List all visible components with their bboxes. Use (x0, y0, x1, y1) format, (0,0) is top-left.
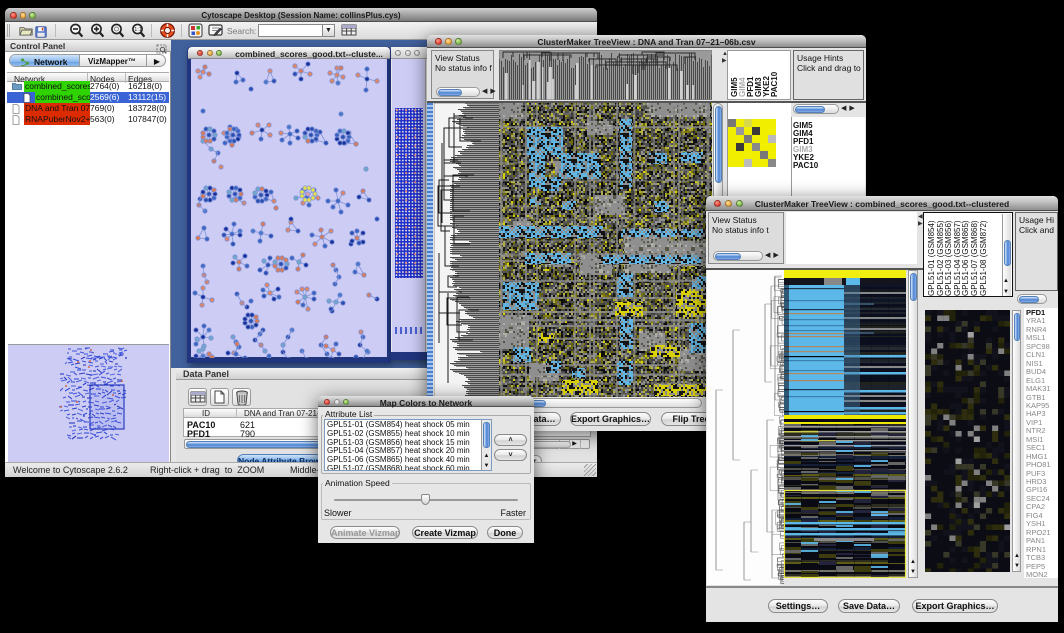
svg-text:1:1: 1:1 (134, 27, 142, 33)
